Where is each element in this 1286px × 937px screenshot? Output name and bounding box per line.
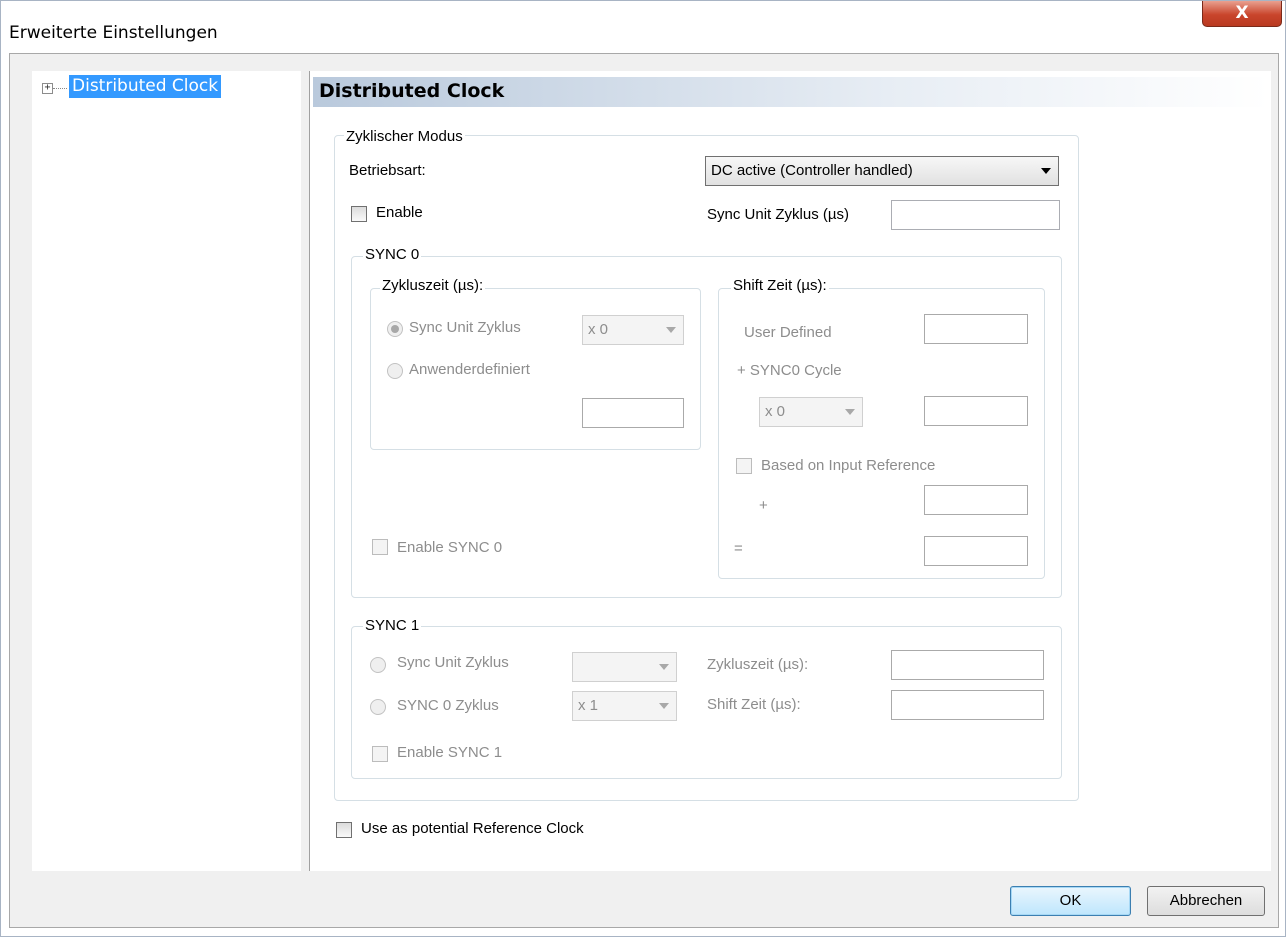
tree-item-distributed-clock[interactable]: Distributed Clock	[69, 75, 222, 98]
sync1-shift-label: Shift Zeit (µs):	[707, 696, 801, 713]
reference-clock-checkbox[interactable]	[336, 822, 352, 838]
radio-selected-dot	[391, 325, 399, 333]
panel-header: Distributed Clock	[313, 77, 1269, 107]
betriebsart-select[interactable]: DC active (Controller handled)	[705, 156, 1059, 186]
sync0-cycle-label: + SYNC0 Cycle	[737, 362, 842, 379]
chevron-down-icon	[659, 703, 669, 709]
sync1-radio-sync0-label: SYNC 0 Zyklus	[397, 697, 499, 714]
sync0-multiplier-select[interactable]: x 0	[582, 315, 684, 345]
close-button[interactable]: X	[1202, 1, 1282, 27]
sync1-sync0-select[interactable]: x 1	[572, 691, 677, 721]
sync0-zykluszeit-field[interactable]	[582, 398, 684, 428]
sync1-radio-sync0[interactable]	[370, 699, 386, 715]
shift-multiplier-select[interactable]: x 0	[759, 397, 863, 427]
navigation-tree	[32, 71, 301, 871]
equals-label: =	[734, 540, 743, 557]
tree-expand-icon[interactable]: +	[42, 83, 53, 94]
dialog-window: Erweiterte Einstellungen X + Distributed…	[0, 0, 1286, 937]
sync0-shift-legend: Shift Zeit (µs):	[731, 277, 829, 294]
user-defined-label: User Defined	[744, 324, 832, 341]
sync0-radio-sync-unit-label: Sync Unit Zyklus	[409, 319, 521, 336]
enable-label: Enable	[376, 204, 423, 221]
sync1-zykluszeit-label: Zykluszeit (µs):	[707, 656, 809, 673]
user-defined-field[interactable]	[924, 314, 1028, 344]
sync0-radio-sync-unit[interactable]	[387, 321, 403, 337]
sync1-shift-field[interactable]	[891, 690, 1044, 720]
reference-clock-label: Use as potential Reference Clock	[361, 820, 584, 837]
plus-field[interactable]	[924, 485, 1028, 515]
betriebsart-value: DC active (Controller handled)	[711, 162, 913, 179]
sync0-radio-anwender-label: Anwenderdefiniert	[409, 361, 530, 378]
chevron-down-icon	[659, 664, 669, 670]
sync-unit-zyklus-label: Sync Unit Zyklus (µs)	[707, 206, 849, 223]
equals-field[interactable]	[924, 536, 1028, 566]
sync1-sync0-value: x 1	[578, 697, 599, 714]
window-title: Erweiterte Einstellungen	[9, 23, 218, 43]
enable-sync1-checkbox[interactable]	[372, 746, 388, 762]
sync1-zykluszeit-field[interactable]	[891, 650, 1044, 680]
plus-label: +	[759, 497, 768, 514]
enable-sync0-checkbox[interactable]	[372, 539, 388, 555]
sync-unit-zyklus-field[interactable]	[891, 200, 1060, 230]
shift-multiplier-value: x 0	[765, 403, 786, 420]
based-on-input-checkbox[interactable]	[736, 458, 752, 474]
tree-connector	[53, 88, 67, 89]
sync1-legend: SYNC 1	[363, 617, 422, 634]
enable-sync1-label: Enable SYNC 1	[397, 744, 503, 761]
enable-sync0-label: Enable SYNC 0	[397, 539, 503, 556]
sync0-legend: SYNC 0	[363, 246, 422, 263]
cancel-button[interactable]: Abbrechen	[1147, 886, 1265, 916]
chevron-down-icon	[666, 327, 676, 333]
shift-cycle-field[interactable]	[924, 396, 1028, 426]
chevron-down-icon	[1041, 168, 1051, 174]
sync0-zykluszeit-legend: Zykluszeit (µs):	[380, 277, 486, 294]
sync0-multiplier-value: x 0	[588, 321, 609, 338]
zyklischer-modus-legend: Zyklischer Modus	[344, 128, 465, 145]
sync1-radio-sync-unit-label: Sync Unit Zyklus	[397, 654, 509, 671]
betriebsart-label: Betriebsart:	[349, 162, 426, 179]
sync0-radio-anwender[interactable]	[387, 363, 403, 379]
enable-checkbox[interactable]	[351, 206, 367, 222]
sync1-sync-unit-select[interactable]	[572, 652, 677, 682]
sync1-radio-sync-unit[interactable]	[370, 657, 386, 673]
based-on-input-label: Based on Input Reference	[761, 457, 936, 474]
chevron-down-icon	[845, 409, 855, 415]
ok-button[interactable]: OK	[1010, 886, 1131, 916]
